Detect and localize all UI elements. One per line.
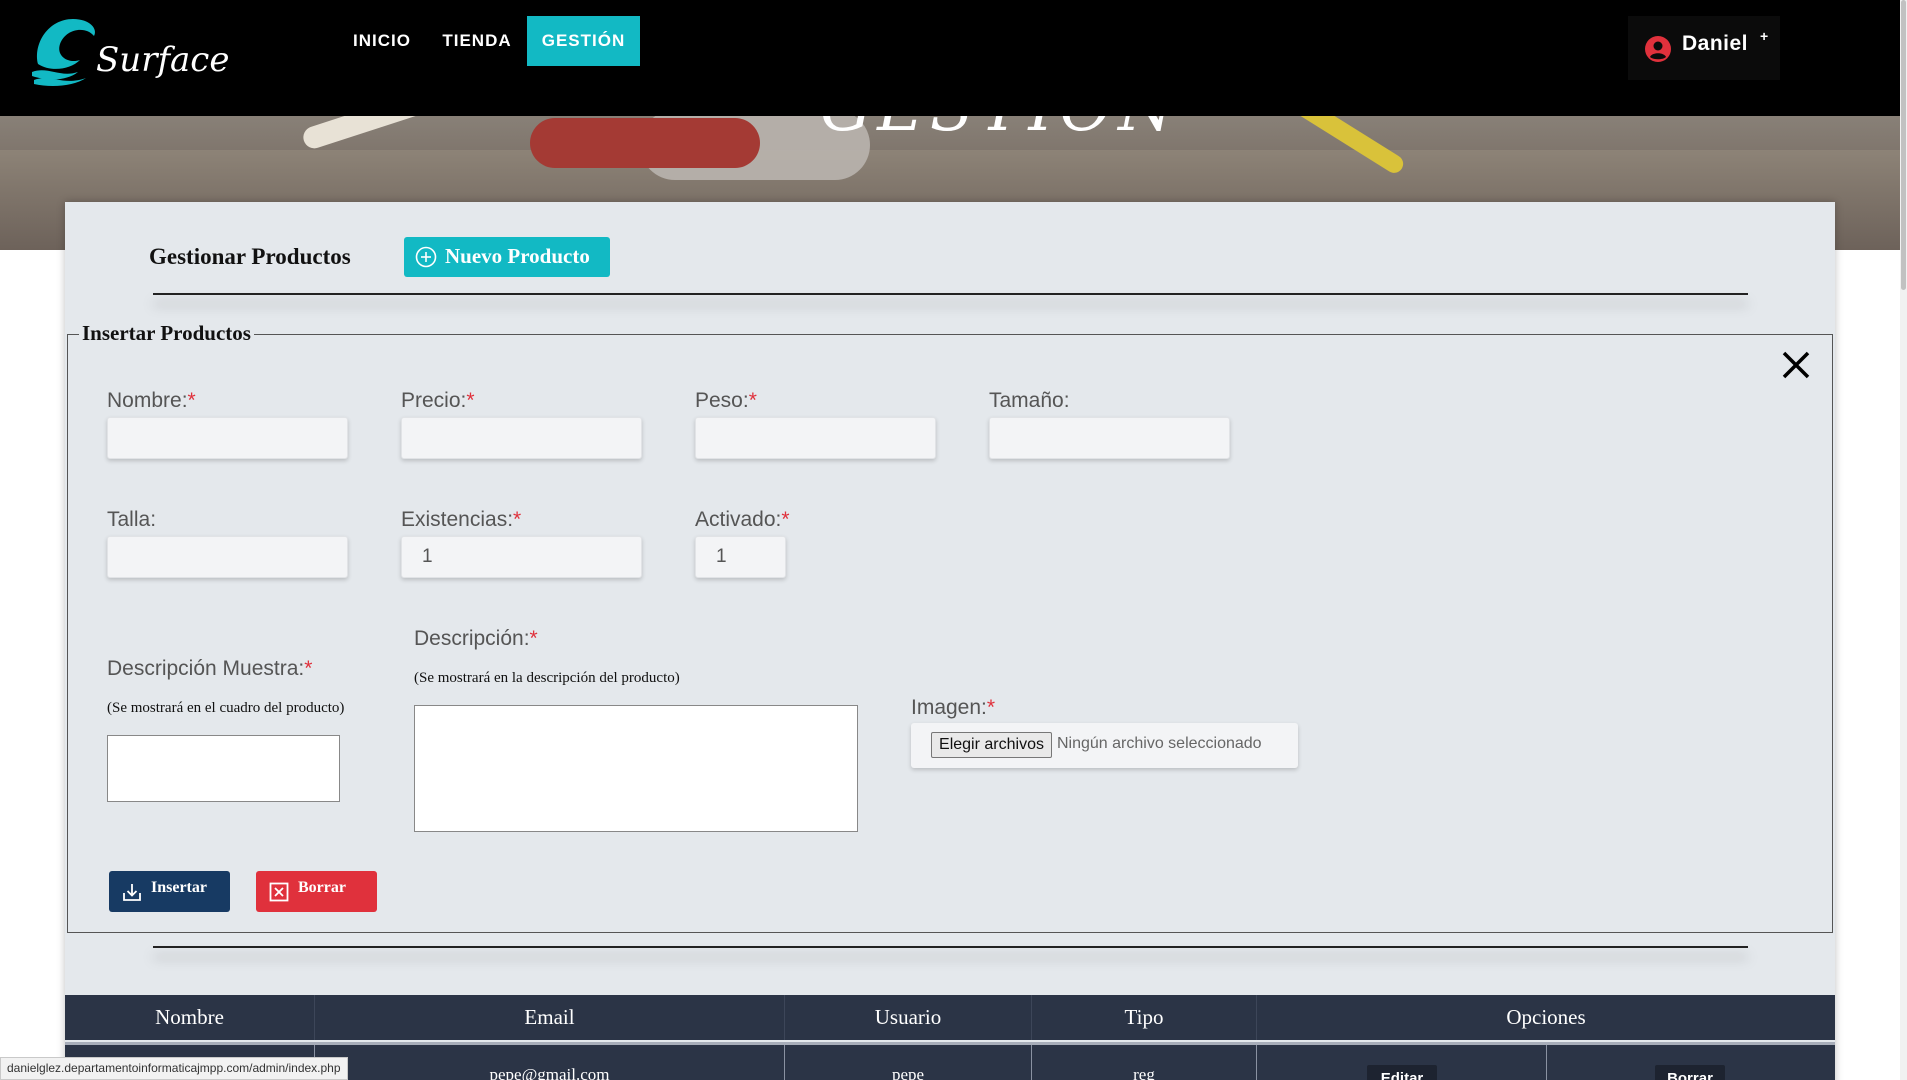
column-header-opciones: Opciones — [1506, 1005, 1586, 1029]
descripcion-muestra-hint: (Se mostrará en el cuadro del producto) — [107, 700, 345, 716]
insert-product-form: Insertar Productos Nombre:* Precio:* Pes… — [67, 321, 1833, 933]
column-header-email[interactable]: Email — [315, 995, 785, 1040]
descripcion-muestra-label: Descripción Muestra:* — [107, 657, 313, 680]
hero-guitar — [530, 118, 760, 168]
insertar-button[interactable]: Insertar — [109, 871, 230, 912]
cell-editar: Editar — [1257, 1045, 1547, 1080]
talla-input[interactable] — [107, 536, 348, 578]
activado-label: Activado:* — [695, 508, 790, 531]
new-product-button[interactable]: Nuevo Producto — [404, 237, 610, 277]
form-legend: Insertar Productos — [79, 321, 254, 346]
activado-input[interactable]: 1 — [695, 536, 786, 578]
product-management-panel: Gestionar Productos Nuevo Producto Inser… — [65, 202, 1835, 1080]
nombre-input[interactable] — [107, 417, 348, 459]
user-name: Daniel — [1682, 32, 1749, 55]
panel-title: Gestionar Productos — [149, 244, 351, 269]
logo-text: Surface — [96, 40, 230, 80]
descripcion-textarea[interactable] — [414, 705, 858, 832]
new-product-label: Nuevo Producto — [445, 244, 590, 268]
peso-input[interactable] — [695, 417, 936, 459]
insertar-label: Insertar — [151, 879, 207, 896]
cell-borrar: Borrar — [1547, 1045, 1835, 1080]
download-icon — [123, 884, 141, 901]
close-box-icon — [269, 882, 289, 902]
navbar: Surface INICIO TIENDA GESTIÓN Daniel + — [0, 0, 1900, 116]
talla-label: Talla: — [107, 508, 157, 531]
scrollbar-thumb[interactable] — [1901, 0, 1906, 290]
editar-button[interactable]: Editar — [1367, 1065, 1437, 1080]
precio-label: Precio:* — [401, 389, 475, 412]
page: GESTIÓN Surface INICIO TIENDA GESTIÓN Da… — [0, 0, 1907, 1080]
imagen-file-input: Elegir archivos Ningún archivo seleccion… — [911, 723, 1298, 768]
file-status-text: Ningún archivo seleccionado — [1057, 735, 1262, 752]
tamano-input[interactable] — [989, 417, 1230, 459]
user-menu[interactable]: Daniel + — [1628, 16, 1780, 80]
divider — [153, 946, 1748, 948]
nav-tienda[interactable]: TIENDA — [434, 16, 520, 66]
column-header-tipo[interactable]: Tipo — [1032, 995, 1257, 1040]
cell-tipo: reg — [1032, 1045, 1257, 1080]
descripcion-label: Descripción:* — [414, 627, 538, 650]
column-header-usuario[interactable]: Usuario — [785, 995, 1032, 1040]
status-bar-url: danielglez.departamentoinformaticajmpp.c… — [0, 1057, 348, 1080]
tamano-label: Tamaño: — [989, 389, 1070, 412]
existencias-input[interactable]: 1 — [401, 536, 642, 578]
borrar-row-button[interactable]: Borrar — [1655, 1065, 1725, 1080]
nav-gestion[interactable]: GESTIÓN — [527, 16, 640, 66]
choose-files-button[interactable]: Elegir archivos — [931, 732, 1052, 758]
plus-circle-icon — [415, 246, 437, 268]
nombre-label: Nombre:* — [107, 389, 196, 412]
descripcion-muestra-textarea[interactable] — [107, 735, 340, 802]
divider — [153, 293, 1748, 295]
borrar-button[interactable]: Borrar — [256, 871, 377, 912]
column-header-nombre[interactable]: Nombre — [65, 995, 315, 1040]
peso-label: Peso:* — [695, 389, 757, 412]
existencias-label: Existencias:* — [401, 508, 522, 531]
table-header: Nombre Email Usuario Tipo Opciones — [65, 995, 1835, 1040]
close-icon[interactable] — [1780, 349, 1812, 381]
cell-usuario: pepe — [785, 1045, 1032, 1080]
user-avatar-icon — [1645, 36, 1671, 62]
nav-inicio[interactable]: INICIO — [346, 16, 418, 66]
precio-input[interactable] — [401, 417, 642, 459]
descripcion-hint: (Se mostrará en la descripción del produ… — [414, 670, 680, 686]
imagen-label: Imagen:* — [911, 696, 996, 719]
surface-logo[interactable]: Surface — [28, 14, 229, 86]
user-menu-plus-icon: + — [1760, 28, 1769, 44]
borrar-label: Borrar — [298, 879, 346, 896]
cell-email: pepe@gmail.com — [315, 1045, 785, 1080]
